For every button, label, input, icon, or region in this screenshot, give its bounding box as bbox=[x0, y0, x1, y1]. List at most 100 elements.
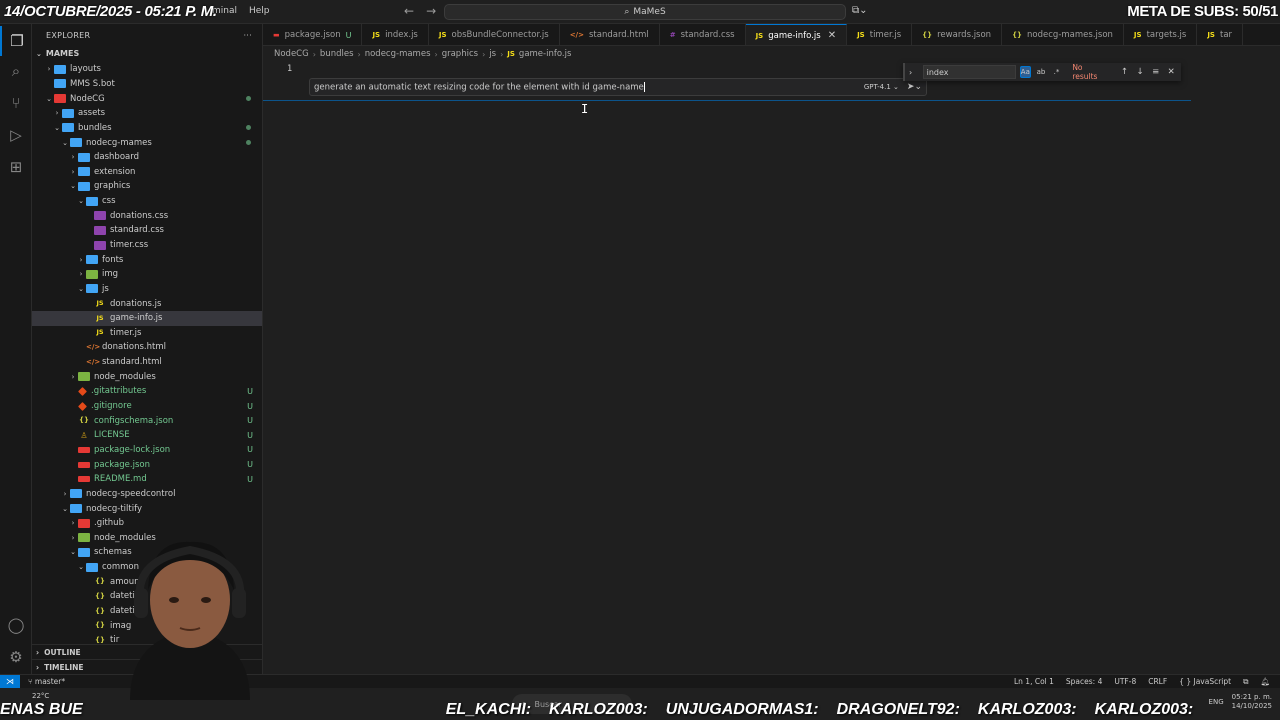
editor-tab[interactable]: {} rewards.json bbox=[912, 24, 1003, 45]
tree-item[interactable]: ⌄ nodecg-tiltify bbox=[32, 501, 262, 516]
editor-tab[interactable]: JS index.js bbox=[362, 24, 429, 45]
match-whole-word-toggle[interactable]: ab bbox=[1035, 66, 1047, 78]
tree-item[interactable]: ⌄ bundles bbox=[32, 121, 262, 136]
folder-icon bbox=[54, 94, 66, 104]
arrow-down-icon[interactable]: ↓ bbox=[1134, 67, 1146, 77]
command-center[interactable]: ⌕ MaMeS bbox=[444, 4, 846, 20]
breadcrumb-item[interactable]: NodeCG bbox=[274, 49, 309, 59]
editor-tab[interactable]: JS obsBundleConnector.js bbox=[429, 24, 560, 45]
more-actions-icon[interactable]: ··· bbox=[243, 31, 252, 40]
breadcrumb-item[interactable]: game-info.js bbox=[519, 49, 571, 59]
editor-tab[interactable]: JS targets.js bbox=[1124, 24, 1198, 45]
editor-tab[interactable]: </> standard.html bbox=[560, 24, 660, 45]
tree-item[interactable]: ›JStimer.js bbox=[32, 326, 262, 341]
menu-help[interactable]: Help bbox=[249, 6, 270, 16]
tree-item[interactable]: ⌄ js bbox=[32, 282, 262, 297]
tree-item[interactable]: › fonts bbox=[32, 252, 262, 267]
arrow-up-icon[interactable]: ↑ bbox=[1119, 67, 1131, 77]
inline-chat-widget[interactable]: generate an automatic text resizing code… bbox=[309, 78, 927, 96]
tree-item[interactable]: ›package-lock.jsonU bbox=[32, 443, 262, 458]
find-in-selection-icon[interactable]: ≡ bbox=[1150, 67, 1162, 77]
tree-item[interactable]: ›MMS S.bot bbox=[32, 77, 262, 92]
tree-item[interactable]: › extension bbox=[32, 164, 262, 179]
tree-item[interactable]: › layouts bbox=[32, 62, 262, 77]
explorer-icon[interactable]: ❐ bbox=[0, 26, 32, 56]
breadcrumb: NodeCG › bundles › nodecg-mames › graphics › js ›… bbox=[263, 46, 571, 62]
cursor-position[interactable]: Ln 1, Col 1 bbox=[1014, 677, 1054, 687]
tree-item[interactable]: ⌄ nodecg-mames bbox=[32, 135, 262, 150]
language-mode[interactable]: { } JavaScript bbox=[1179, 677, 1231, 687]
chevron-right-icon: › bbox=[500, 49, 504, 59]
editor-tab[interactable]: {} nodecg-mames.json bbox=[1002, 24, 1124, 45]
tree-item[interactable]: › .github bbox=[32, 516, 262, 531]
git-status-badge: U bbox=[247, 474, 253, 484]
tree-item[interactable]: ⌄ NodeCG bbox=[32, 91, 262, 106]
copilot-status-icon[interactable]: ⧉ bbox=[1243, 677, 1248, 687]
json-file-icon: {} bbox=[95, 606, 105, 615]
indentation[interactable]: Spaces: 4 bbox=[1066, 677, 1102, 687]
folder-icon bbox=[86, 269, 98, 279]
toggle-replace-icon[interactable]: › bbox=[909, 68, 919, 77]
tree-item[interactable]: › node_modules bbox=[32, 369, 262, 384]
branch-indicator[interactable]: ⑂ master* bbox=[28, 677, 65, 686]
tree-item[interactable]: ›README.mdU bbox=[32, 472, 262, 487]
weather-widget[interactable]: 22°C bbox=[32, 692, 49, 700]
ticker-item: EL_KACHI: bbox=[445, 701, 532, 718]
encoding[interactable]: UTF-8 bbox=[1114, 677, 1136, 687]
close-icon[interactable]: ✕ bbox=[1165, 67, 1177, 77]
tree-item[interactable]: ›JSdonations.js bbox=[32, 296, 262, 311]
tree-item[interactable]: ›</>standard.html bbox=[32, 355, 262, 370]
model-picker[interactable]: GPT-4.1 ⌄ bbox=[864, 83, 899, 91]
code-editor[interactable]: 1 generate an automatic text resizing co… bbox=[263, 62, 1280, 674]
run-debug-icon[interactable]: ▷ bbox=[0, 120, 32, 150]
tree-item[interactable]: ›{}configschema.jsonU bbox=[32, 413, 262, 428]
tree-item[interactable]: ›JSgame-info.js bbox=[32, 310, 262, 326]
tree-item[interactable]: ›timer.css bbox=[32, 238, 262, 253]
notifications-bell-icon[interactable]: 🔔︎ bbox=[1260, 677, 1270, 687]
send-icon[interactable]: ➤⌄ bbox=[907, 82, 922, 92]
source-control-icon[interactable]: ⑂ bbox=[0, 88, 32, 118]
folder-icon bbox=[62, 108, 74, 118]
tree-item[interactable]: › nodecg-speedcontrol bbox=[32, 487, 262, 502]
copilot-icon[interactable]: ⧉⌄ bbox=[852, 5, 868, 16]
tree-item[interactable]: ›♙LICENSEU bbox=[32, 428, 262, 443]
editor-tab[interactable]: # standard.css bbox=[660, 24, 746, 45]
find-input[interactable]: index bbox=[922, 65, 1016, 79]
search-icon[interactable]: ⌕ bbox=[0, 56, 32, 86]
tree-item[interactable]: ›</>donations.html bbox=[32, 340, 262, 355]
breadcrumb-item[interactable]: graphics bbox=[442, 49, 478, 59]
breadcrumb-item[interactable]: nodecg-mames bbox=[365, 49, 431, 59]
remote-icon[interactable]: ⋊ bbox=[0, 674, 20, 689]
editor-tab[interactable]: JS tar bbox=[1197, 24, 1244, 45]
back-arrow-icon[interactable]: ← bbox=[404, 4, 414, 18]
editor-tab[interactable]: ▬ package.json U bbox=[263, 24, 363, 45]
tree-item[interactable]: ⌄ css bbox=[32, 194, 262, 209]
chevron-right-icon: › bbox=[357, 49, 361, 59]
settings-gear-icon[interactable]: ⚙ bbox=[0, 642, 32, 672]
breadcrumb-item[interactable]: js bbox=[489, 49, 496, 59]
tree-item[interactable]: › dashboard bbox=[32, 150, 262, 165]
forward-arrow-icon[interactable]: → bbox=[426, 4, 436, 18]
tree-item[interactable]: ›.gitattributesU bbox=[32, 384, 262, 399]
ticker-item: UNJUGADORMAS1: bbox=[665, 701, 819, 718]
tree-item[interactable]: ›.gitignoreU bbox=[32, 399, 262, 414]
account-icon[interactable]: ◯ bbox=[0, 610, 32, 640]
tree-item[interactable]: › assets bbox=[32, 106, 262, 121]
tree-item[interactable]: › img bbox=[32, 267, 262, 282]
end-of-line[interactable]: CRLF bbox=[1148, 677, 1167, 687]
workspace-root[interactable]: ⌄ MAMES bbox=[32, 46, 262, 61]
close-icon[interactable]: ✕ bbox=[828, 30, 836, 41]
tab-label: game-info.js bbox=[768, 30, 821, 41]
tree-item[interactable]: ›standard.css bbox=[32, 223, 262, 238]
editor-tab[interactable]: JS game-info.js ✕ bbox=[745, 24, 848, 45]
tree-item-label: MMS S.bot bbox=[70, 78, 115, 89]
breadcrumb-item[interactable]: bundles bbox=[320, 49, 354, 59]
tree-item[interactable]: ›package.jsonU bbox=[32, 457, 262, 472]
editor-tab[interactable]: JS timer.js bbox=[847, 24, 913, 45]
tree-item[interactable]: ⌄ graphics bbox=[32, 179, 262, 194]
extensions-icon[interactable]: ⊞ bbox=[0, 152, 32, 182]
inline-chat-input[interactable]: generate an automatic text resizing code… bbox=[314, 81, 864, 92]
regex-toggle[interactable]: .* bbox=[1051, 66, 1063, 78]
tree-item[interactable]: ›donations.css bbox=[32, 208, 262, 223]
match-case-toggle[interactable]: Aa bbox=[1019, 66, 1032, 78]
